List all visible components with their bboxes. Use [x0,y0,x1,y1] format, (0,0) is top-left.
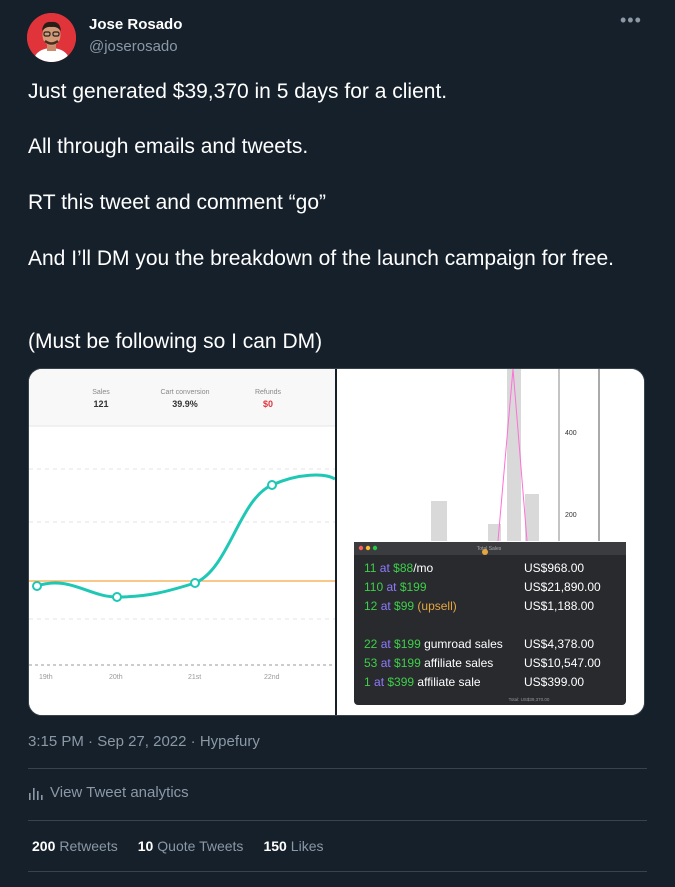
likes-count: 150 [263,838,287,854]
stat-sales-label: Sales [92,389,110,396]
tweet-time[interactable]: 3:15 PM [28,733,84,750]
quote-tweets-count: 10 [137,838,154,854]
avatar-image [27,13,76,62]
avatar[interactable] [27,13,76,62]
analytics-label: View Tweet analytics [50,784,189,801]
retweets-count: 200 [32,838,56,854]
analytics-bar-icon [29,787,43,800]
sales-total: Total: US$39,370.00 [509,697,550,702]
stat-refunds-label: Refunds [255,389,282,396]
view-analytics-link[interactable]: View Tweet analytics [28,784,189,801]
sales-amount-4: US$4,378.00 [524,637,594,651]
tweet-meta: 3:15 PM · Sep 27, 2022 · Hypefury [28,733,260,750]
engagement-stats: 200 Retweets 10 Quote Tweets 150 Likes [32,838,323,854]
retweets-stat[interactable]: 200 Retweets [32,838,118,854]
window-title: Total Sales [477,546,502,552]
sales-amount-3: US$1,188.00 [524,599,594,613]
author-handle[interactable]: @joserosado [89,38,178,55]
sales-row-6: 1 at $399 affiliate sale [364,675,481,689]
tweet-text-line-5: (Must be following so I can DM) [28,330,323,353]
tweet-text-line-1: Just generated $39,370 in 5 days for a c… [28,80,448,103]
divider [28,768,647,769]
quote-tweets-stat[interactable]: 10 Quote Tweets [138,838,244,854]
meta-separator: · [88,733,98,750]
media-collage: Sales 121 Cart conversion 39.9% Refunds … [29,369,644,715]
author-name[interactable]: Jose Rosado [89,16,182,33]
tweet-text-line-2: All through emails and tweets. [28,135,309,158]
tweet-date[interactable]: Sep 27, 2022 [97,733,186,750]
sales-amount-6: US$399.00 [524,675,584,689]
tweet-text-line-3: RT this tweet and comment “go” [28,191,327,214]
sales-row-5: 53 at $199 affiliate sales [364,656,493,670]
y-tick-400: 400 [565,430,577,437]
stat-cart-value: 39.9% [172,399,198,409]
tweet-text-line-4: And I’ll DM you the breakdown of the lau… [28,247,614,270]
likes-stat[interactable]: 150 Likes [263,838,323,854]
retweets-label: Retweets [59,838,118,854]
stat-refunds-value: $0 [263,399,273,409]
more-options-icon[interactable]: ••• [620,10,642,31]
tweet: Jose Rosado @joserosado ••• Just generat… [0,0,675,887]
sales-amount-2: US$21,890.00 [524,580,601,594]
divider [28,871,647,872]
y-tick-200: 200 [565,512,577,519]
stat-cart-label: Cart conversion [160,389,209,396]
tweet-source[interactable]: Hypefury [200,733,260,750]
sales-row-3: 12 at $99 (upsell) [364,599,457,613]
divider [28,820,647,821]
sales-row-4: 22 at $199 gumroad sales [364,637,503,651]
sales-amount-5: US$10,547.00 [524,656,601,670]
tweet-media[interactable]: Sales 121 Cart conversion 39.9% Refunds … [28,368,645,716]
x-tick-20th: 20th [109,674,123,681]
x-tick-19th: 19th [39,674,53,681]
x-tick-21st: 21st [188,674,201,681]
sales-amount-1: US$968.00 [524,561,584,575]
quote-tweets-label: Quote Tweets [157,838,244,854]
meta-separator: · [190,733,200,750]
sales-row-2: 110 at $199 [364,580,427,594]
x-tick-22nd: 22nd [264,674,280,681]
stat-sales-value: 121 [93,399,108,409]
sales-row-1: 11 at $88/mo [364,561,434,575]
likes-label: Likes [290,838,324,854]
